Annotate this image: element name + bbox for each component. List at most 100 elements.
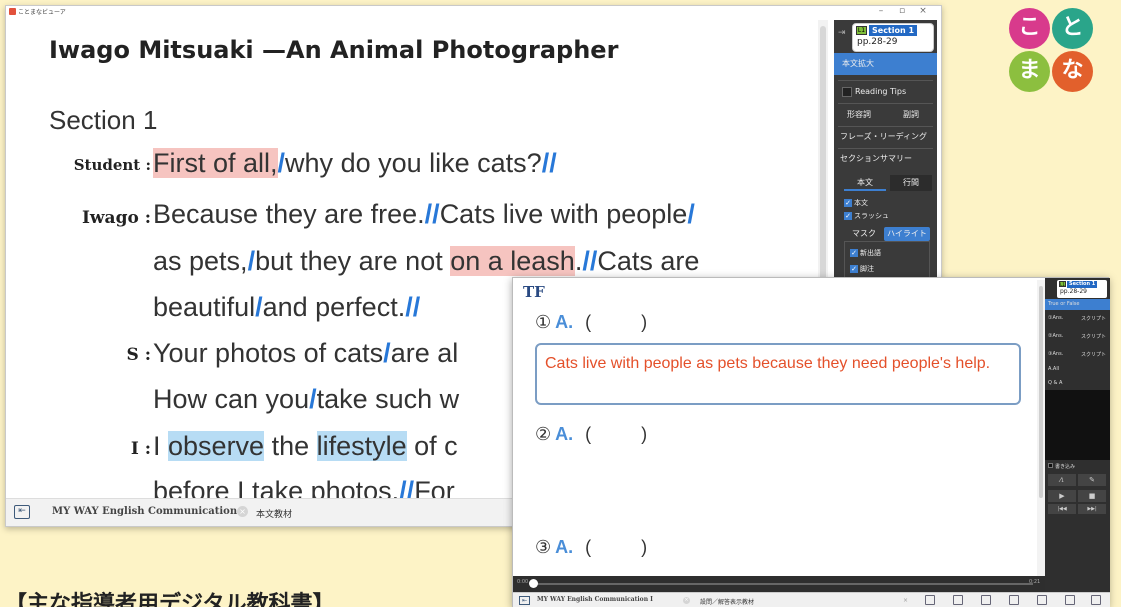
text-line-6: How can you/take such w: [153, 384, 459, 415]
toolbar-icon-7[interactable]: [1091, 595, 1101, 605]
phrase-reading-button[interactable]: フレーズ・リーディング: [834, 128, 937, 146]
tab-close-button[interactable]: ×: [683, 597, 690, 604]
toolbar-icon-3[interactable]: [981, 595, 991, 605]
text-chunk: take such w: [316, 384, 460, 414]
answer-label[interactable]: A.: [555, 312, 573, 332]
divider: [838, 80, 933, 81]
checkbox-footnote[interactable]: ✓ 脚注: [850, 264, 874, 274]
highlight-word[interactable]: observe: [168, 431, 265, 461]
time-end: 0:21: [1029, 579, 1041, 585]
pencil-icon[interactable]: ✎: [1078, 474, 1106, 486]
material-tab[interactable]: 本文教材: [256, 507, 292, 520]
speaker-student: Student :: [73, 156, 151, 174]
write-toggle[interactable]: 書き込み: [1048, 463, 1075, 470]
answer-text: Cats live with people as pets because th…: [545, 355, 991, 372]
double-slash: //: [424, 199, 440, 229]
ans-1-button[interactable]: ①Ans.: [1048, 315, 1063, 321]
text-chunk: are al: [390, 338, 459, 368]
text-chunk: the: [264, 431, 317, 461]
answer-box: Cats live with people as pets because th…: [535, 343, 1021, 405]
double-slash: //: [405, 292, 421, 322]
tab-close-button-2[interactable]: ×: [903, 597, 910, 604]
adverb-button[interactable]: 副詞: [886, 106, 936, 124]
highlight-word[interactable]: lifestyle: [316, 431, 407, 461]
pin-icon[interactable]: ⇥: [838, 28, 846, 38]
tab-spacing[interactable]: 行間: [890, 175, 932, 191]
double-slash: //: [582, 246, 598, 276]
answer-blank[interactable]: ( ): [585, 424, 647, 444]
reading-tips-toggle[interactable]: Reading Tips: [842, 85, 932, 101]
text-chunk: Cats are: [597, 246, 700, 276]
scrollbar-thumb[interactable]: [1039, 286, 1043, 498]
toolbar-icon-1[interactable]: [925, 595, 935, 605]
material-tab[interactable]: 設問／解答表示教材: [700, 597, 754, 606]
check-icon: ✓: [850, 249, 858, 257]
audio-timeline[interactable]: 0:00 0:21: [513, 576, 1045, 592]
checkbox-slash[interactable]: ✓ スラッシュ: [844, 211, 889, 221]
check-icon: ✓: [844, 212, 852, 220]
answer-blank[interactable]: ( ): [585, 537, 647, 557]
footnote-label: 脚注: [860, 265, 874, 273]
text-chunk: as pets,: [153, 246, 248, 276]
text-chunk: How can you: [153, 384, 310, 414]
toolbar-icon-2[interactable]: [953, 595, 963, 605]
sidebar-toggle-icon[interactable]: ⇤: [519, 596, 530, 605]
section-heading: Section 1: [49, 105, 158, 135]
text-chunk: Because they are free.: [153, 199, 425, 229]
app-logo-icon: [9, 8, 16, 15]
script-1-button[interactable]: スクリプト: [1081, 315, 1106, 322]
minimize-button[interactable]: –: [874, 6, 888, 16]
sidebar-toggle-icon[interactable]: ⇤: [14, 505, 30, 519]
status-bar-2: ⇤ MY WAY English Communication I × 設問／解答…: [513, 592, 1110, 607]
text-chunk: I: [153, 431, 169, 461]
section-summary-button[interactable]: セクションサマリー: [834, 150, 937, 168]
stop-button[interactable]: ■: [1078, 490, 1106, 502]
play-button[interactable]: ▶: [1048, 490, 1076, 502]
tab-highlight[interactable]: ハイライト: [884, 227, 930, 241]
all-ans-button[interactable]: A.All: [1048, 366, 1059, 372]
section-badge[interactable]: L1 Section 1 pp.28-29: [852, 23, 934, 52]
ans-2-button[interactable]: ②Ans.: [1048, 333, 1063, 339]
true-false-button[interactable]: True or False: [1045, 299, 1110, 310]
ans-3-button[interactable]: ③Ans.: [1048, 351, 1063, 357]
checkbox-new-words[interactable]: ✓ 新出語: [850, 248, 881, 258]
pen-icon[interactable]: ⁄₁: [1048, 474, 1076, 486]
page-range: pp.28-29: [857, 37, 898, 47]
close-button[interactable]: ×: [916, 6, 930, 16]
question-3: ③ A. ( ): [535, 537, 647, 558]
highlight-phrase[interactable]: on a leash: [450, 246, 575, 276]
speaker-i: I :: [130, 439, 151, 459]
section-badge[interactable]: L1 Section 1 pp.28-29: [1057, 280, 1107, 298]
rewind-button[interactable]: |◀◀: [1048, 504, 1076, 514]
text-chunk: For: [414, 476, 455, 498]
question-1: ① A. ( ): [535, 312, 647, 333]
checkbox-body[interactable]: ✓ 本文: [844, 198, 868, 208]
tab-close-button[interactable]: ×: [237, 506, 248, 517]
tab-body[interactable]: 本文: [844, 175, 886, 191]
answer-label[interactable]: A.: [555, 424, 573, 444]
timeline-track[interactable]: [533, 583, 1033, 585]
book-tab[interactable]: MY WAY English Communication I: [52, 506, 245, 517]
text-chunk: of c: [406, 431, 458, 461]
script-2-button[interactable]: スクリプト: [1081, 333, 1106, 340]
book-tab[interactable]: MY WAY English Communication I: [537, 596, 653, 603]
answer-blank[interactable]: ( ): [585, 312, 647, 332]
highlight-phrase[interactable]: First of all,: [153, 148, 278, 178]
timeline-knob[interactable]: [529, 579, 538, 588]
script-3-button[interactable]: スクリプト: [1081, 351, 1106, 358]
tab-mask[interactable]: マスク: [844, 227, 884, 241]
text-chunk: and perfect.: [262, 292, 406, 322]
toolbar-icon-4[interactable]: [1009, 595, 1019, 605]
answer-label[interactable]: A.: [555, 537, 573, 557]
maximize-button[interactable]: ▫: [895, 6, 909, 16]
question-number: ③: [535, 537, 552, 557]
level-badge: L1: [856, 26, 867, 35]
toolbar-icon-6[interactable]: [1065, 595, 1075, 605]
adjective-button[interactable]: 形容詞: [834, 106, 884, 124]
section-name: Section 1: [1067, 281, 1098, 288]
qa-button[interactable]: Q & A: [1048, 380, 1062, 386]
zoom-text-button[interactable]: 本文拡大: [834, 53, 937, 75]
forward-button[interactable]: ▶▶|: [1078, 504, 1106, 514]
question-2: ② A. ( ): [535, 424, 647, 445]
toolbar-icon-5[interactable]: [1037, 595, 1047, 605]
